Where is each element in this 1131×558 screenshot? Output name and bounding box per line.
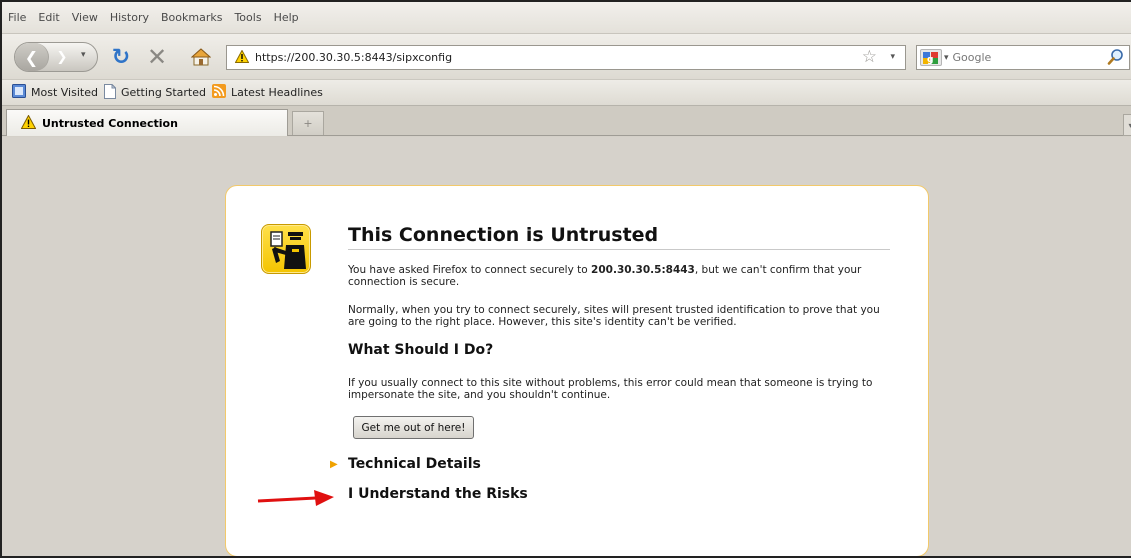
new-tab-button[interactable]: + bbox=[292, 111, 324, 135]
menu-tools[interactable]: Tools bbox=[234, 11, 261, 24]
reload-icon: ↻ bbox=[111, 44, 131, 70]
most-visited-icon bbox=[12, 84, 26, 101]
home-icon bbox=[191, 48, 211, 66]
intro-paragraph: You have asked Firefox to connect secure… bbox=[348, 264, 894, 288]
bookmark-star-icon[interactable]: ☆ bbox=[862, 47, 877, 67]
bookmark-most-visited[interactable]: Most Visited bbox=[12, 84, 98, 101]
navigation-toolbar: ❮ ❯ ▾ ↻ ✕ https://200.30.30.5:8443/sipxc… bbox=[2, 33, 1131, 79]
menu-bar: File Edit View History Bookmarks Tools H… bbox=[2, 2, 1131, 33]
back-arrow-icon: ❮ bbox=[24, 47, 39, 67]
bookmark-label: Most Visited bbox=[31, 86, 98, 99]
menu-bookmarks[interactable]: Bookmarks bbox=[161, 11, 222, 24]
url-text[interactable]: https://200.30.30.5:8443/sipxconfig bbox=[255, 51, 452, 64]
menu-history[interactable]: History bbox=[110, 11, 149, 24]
intro-text-start: You have asked Firefox to connect secure… bbox=[348, 264, 592, 276]
back-forward-group: ❮ ❯ ▾ bbox=[14, 42, 98, 72]
search-input[interactable]: Google bbox=[953, 51, 992, 64]
bookmark-latest-headlines[interactable]: Latest Headlines bbox=[212, 84, 323, 101]
home-button[interactable] bbox=[188, 44, 214, 70]
menu-help[interactable]: Help bbox=[274, 11, 299, 24]
forward-arrow-icon: ❯ bbox=[56, 49, 68, 65]
warning-icon bbox=[20, 113, 37, 132]
bookmark-getting-started[interactable]: Getting Started bbox=[103, 82, 206, 102]
technical-details-expander[interactable]: ▶ Technical Details bbox=[330, 456, 481, 472]
page-content: This Connection is Untrusted You have as… bbox=[2, 137, 1131, 556]
get-me-out-button[interactable]: Get me out of here! bbox=[353, 416, 474, 439]
understand-risks-expander[interactable]: I Understand the Risks bbox=[348, 486, 528, 502]
expand-triangle-icon: ▶ bbox=[330, 458, 338, 470]
untrusted-certificate-icon bbox=[261, 224, 311, 274]
warning-icon bbox=[234, 48, 250, 66]
bookmark-label: Latest Headlines bbox=[231, 86, 323, 99]
search-box[interactable]: g ▾ Google bbox=[916, 45, 1130, 70]
plus-icon: + bbox=[303, 117, 313, 130]
search-engine-logo-icon[interactable]: g bbox=[920, 49, 942, 66]
what-to-do-heading: What Should I Do? bbox=[348, 342, 494, 358]
page-title: This Connection is Untrusted bbox=[348, 224, 890, 250]
url-bar[interactable]: https://200.30.30.5:8443/sipxconfig ☆ ▾ bbox=[226, 45, 906, 70]
back-button[interactable]: ❮ bbox=[15, 43, 49, 71]
bookmark-label: Getting Started bbox=[120, 86, 206, 99]
menu-edit[interactable]: Edit bbox=[38, 11, 59, 24]
browser-window: File Edit View History Bookmarks Tools H… bbox=[0, 0, 1131, 558]
svg-text:g: g bbox=[927, 55, 933, 65]
tab-untrusted-connection[interactable]: Untrusted Connection bbox=[6, 109, 288, 136]
menu-file[interactable]: File bbox=[8, 11, 26, 24]
stop-button[interactable]: ✕ bbox=[144, 43, 170, 71]
stop-icon: ✕ bbox=[146, 43, 168, 71]
forward-button[interactable]: ❯ bbox=[51, 48, 73, 66]
search-icon[interactable] bbox=[1107, 48, 1125, 69]
menu-view[interactable]: View bbox=[72, 11, 98, 24]
tab-list-dropdown-icon[interactable]: ▾ bbox=[1123, 114, 1131, 136]
search-engine-dropdown-icon[interactable]: ▾ bbox=[944, 53, 949, 63]
page-icon bbox=[103, 82, 117, 102]
bookmarks-toolbar: Most Visited Getting Started Latest Head… bbox=[2, 79, 1131, 106]
technical-details-label: Technical Details bbox=[348, 456, 481, 472]
understand-risks-label: I Understand the Risks bbox=[348, 486, 528, 502]
reload-button[interactable]: ↻ bbox=[108, 44, 134, 70]
advice-paragraph: If you usually connect to this site with… bbox=[348, 377, 873, 401]
rss-icon bbox=[212, 84, 226, 101]
host-address: 200.30.30.5:8443 bbox=[591, 264, 695, 276]
url-dropdown-icon[interactable]: ▾ bbox=[890, 52, 895, 62]
tab-strip: Untrusted Connection + ▾ bbox=[2, 106, 1131, 136]
annotation-arrow-icon bbox=[257, 490, 334, 506]
explanation-paragraph: Normally, when you try to connect secure… bbox=[348, 304, 880, 328]
tab-title: Untrusted Connection bbox=[42, 116, 178, 130]
history-dropdown-icon[interactable]: ▾ bbox=[81, 50, 86, 60]
